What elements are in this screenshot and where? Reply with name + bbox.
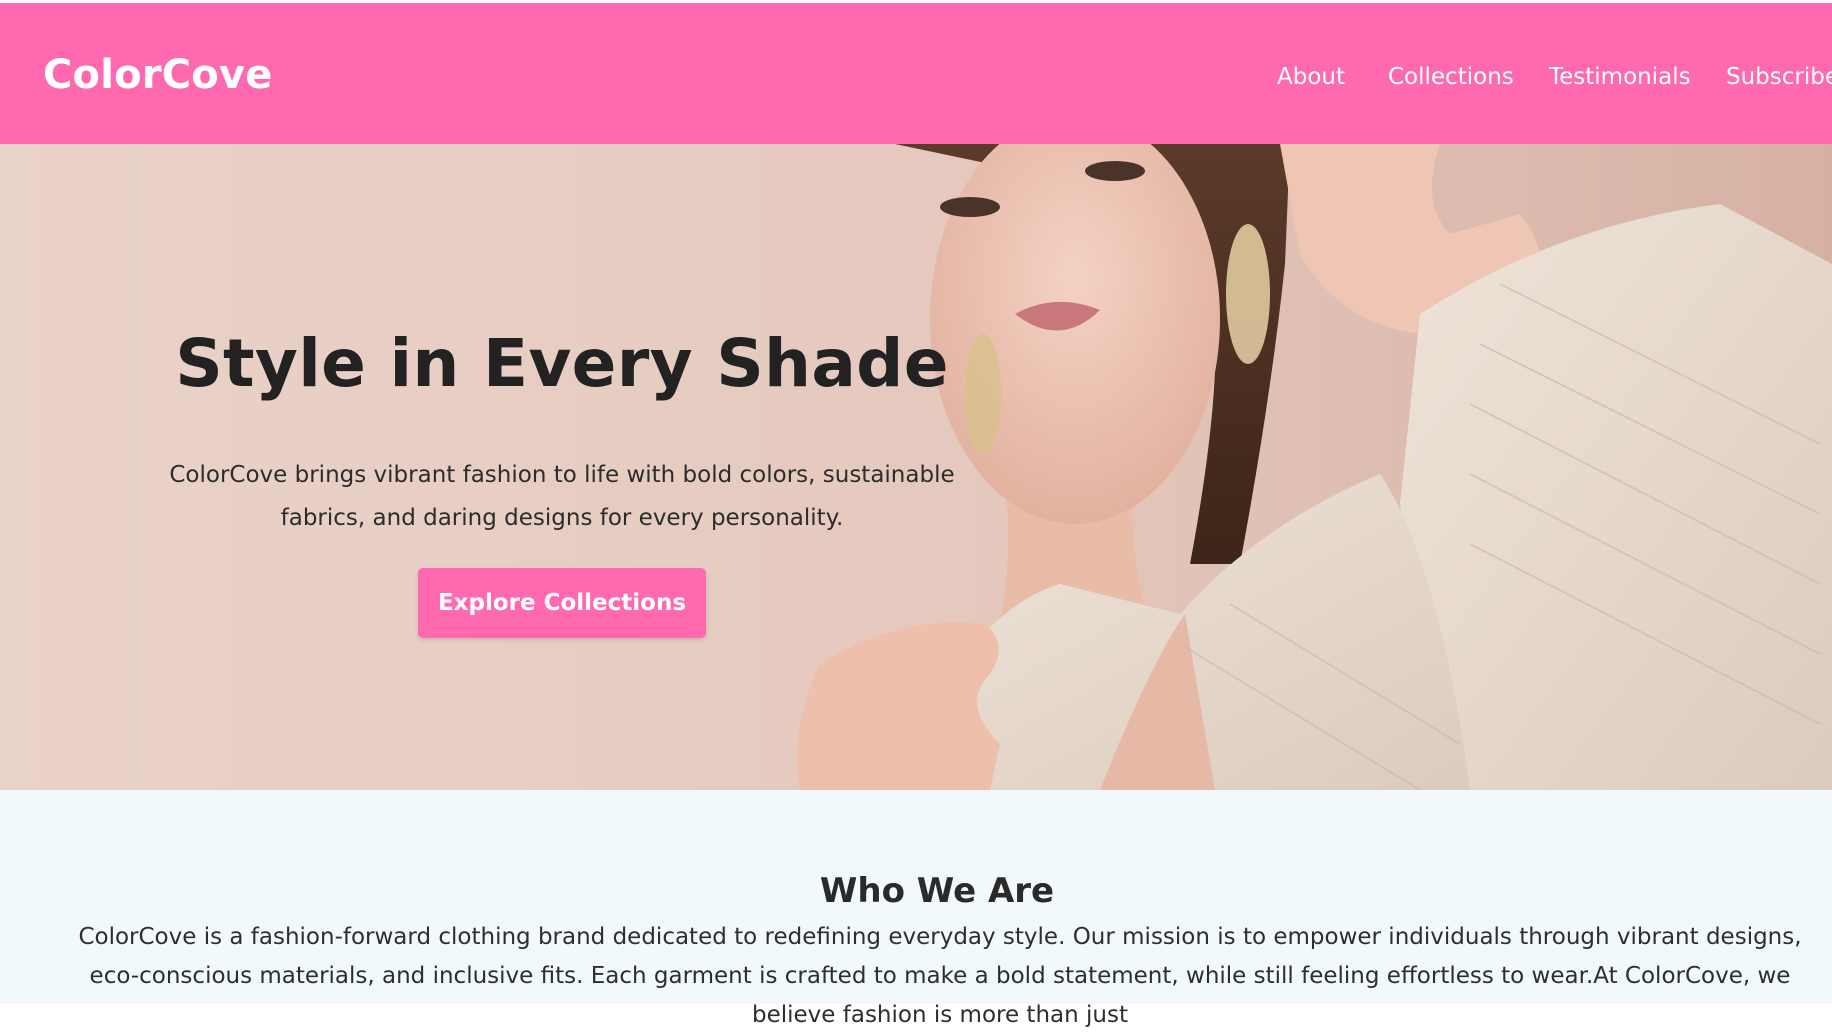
- main-nav: About Collections Testimonials Subscribe: [1277, 59, 1832, 95]
- hero-title: Style in Every Shade: [175, 325, 949, 402]
- nav-link-subscribe[interactable]: Subscribe: [1726, 59, 1832, 95]
- nav-link-about[interactable]: About: [1277, 59, 1345, 95]
- site-header: ColorCove About Collections Testimonials…: [0, 0, 1832, 144]
- nav-link-collections[interactable]: Collections: [1388, 59, 1514, 95]
- about-section: Who We Are ColorCove is a fashion-forwar…: [0, 790, 1832, 1028]
- hero-section: Style in Every Shade ColorCove brings vi…: [0, 144, 1832, 790]
- about-text: ColorCove is a fashion-forward clothing …: [78, 924, 1802, 1028]
- hero-description: ColorCove brings vibrant fashion to life…: [169, 462, 955, 531]
- about-title: Who We Are: [819, 871, 1055, 911]
- explore-collections-button[interactable]: Explore Collections: [418, 568, 706, 638]
- nav-link-testimonials[interactable]: Testimonials: [1549, 59, 1691, 95]
- brand-logo[interactable]: ColorCove: [43, 51, 273, 99]
